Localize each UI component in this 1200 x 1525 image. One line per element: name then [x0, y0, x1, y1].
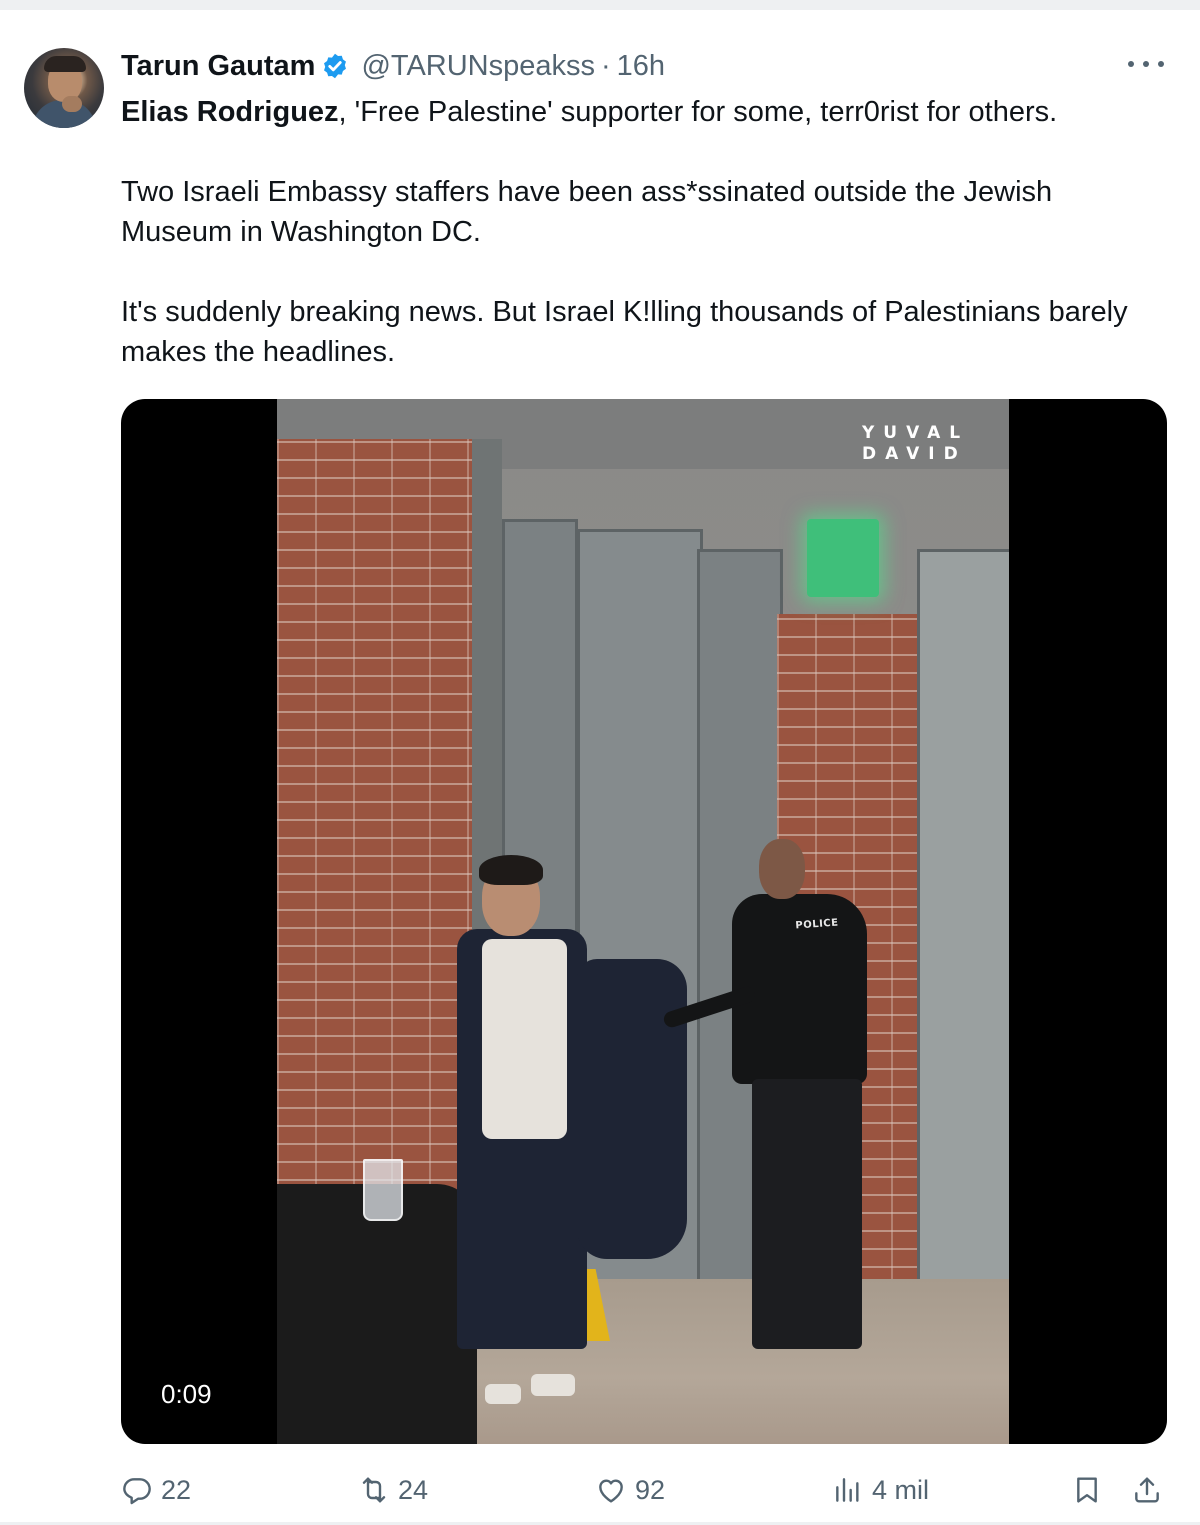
author-name[interactable]: Tarun Gautam — [121, 50, 315, 83]
man-shoe-left — [485, 1384, 521, 1404]
tweet-actions: 22 24 92 4 mil — [121, 1468, 1167, 1512]
avatar[interactable] — [24, 48, 104, 128]
verified-badge-icon[interactable] — [321, 52, 349, 80]
officer-legs — [752, 1079, 862, 1349]
tweet-text: Elias Rodriguez, 'Free Palestine' suppor… — [121, 92, 1151, 372]
tweet-bold-name: Elias Rodriguez — [121, 96, 339, 128]
heart-icon — [599, 1479, 623, 1503]
reply-button[interactable]: 22 — [121, 1468, 191, 1512]
views-chart-icon — [836, 1478, 859, 1502]
man-jacket-held — [577, 959, 687, 1259]
tweet-paragraph-2: Two Israeli Embassy staffers have been a… — [121, 176, 1053, 248]
share-button[interactable] — [1125, 1468, 1169, 1512]
man-hair — [479, 855, 543, 885]
share-icon — [1135, 1477, 1159, 1503]
tweet-card[interactable]: Tarun Gautam @TARUNspeakss · 16h Elias R… — [0, 10, 1200, 1522]
tweet-timestamp[interactable]: 16h — [617, 50, 665, 83]
repost-button[interactable]: 24 — [358, 1468, 428, 1512]
like-button[interactable]: 92 — [595, 1468, 665, 1512]
video-frame: POLICE YUVAL DAVID — [277, 399, 1009, 1444]
man-shoe-right — [531, 1374, 575, 1396]
video-duration: 0:09 — [145, 1375, 228, 1414]
views-count: 4 mil — [872, 1474, 930, 1505]
more-dot — [1158, 61, 1164, 67]
tweet-paragraph-3: It's suddenly breaking news. But Israel … — [121, 296, 1128, 368]
author-handle[interactable]: @TARUNspeakss — [361, 50, 595, 83]
scene-table — [277, 1184, 477, 1444]
bookmark-icon — [1077, 1477, 1097, 1503]
tweet-header: Tarun Gautam @TARUNspeakss · 16h — [121, 48, 665, 84]
header-separator: · — [601, 49, 611, 82]
video-watermark: YUVAL DAVID — [862, 423, 970, 464]
avatar-hand — [62, 96, 82, 112]
man-shirt — [482, 939, 567, 1139]
scene-door-right — [917, 549, 1009, 1335]
tweet-paragraph-1: Elias Rodriguez, 'Free Palestine' suppor… — [121, 92, 1151, 132]
bookmark-button[interactable] — [1065, 1468, 1109, 1512]
more-dot — [1128, 61, 1134, 67]
tweet-line1-rest: , 'Free Palestine' supporter for some, t… — [338, 96, 1058, 128]
avatar-hair — [44, 56, 86, 72]
more-dot — [1143, 61, 1149, 67]
reply-icon — [123, 1478, 151, 1505]
video-player[interactable]: POLICE YUVAL DAVID 0:09 — [121, 399, 1167, 1444]
views-button[interactable]: 4 mil — [832, 1468, 929, 1512]
more-horizontal-icon[interactable] — [1128, 52, 1164, 76]
scene-brick-wall-left — [277, 439, 477, 1199]
like-count: 92 — [635, 1474, 666, 1505]
scene-cup — [363, 1159, 403, 1221]
reply-count: 22 — [161, 1474, 192, 1505]
officer-head — [759, 839, 805, 899]
scene-exit-sign — [807, 519, 879, 597]
repost-count: 24 — [398, 1474, 429, 1505]
repost-icon — [362, 1477, 386, 1503]
